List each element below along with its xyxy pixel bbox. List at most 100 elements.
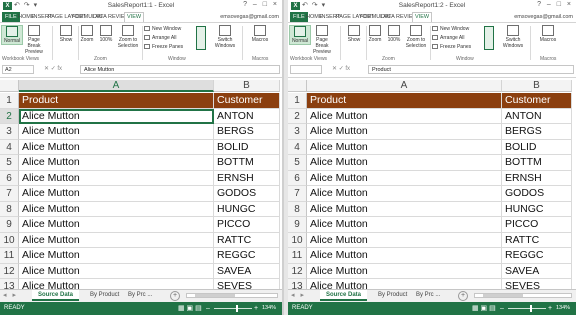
cell-customer[interactable]: BOLID bbox=[502, 139, 572, 155]
zoom-slider-thumb[interactable] bbox=[236, 305, 238, 312]
user-account[interactable]: emsovegas@gmail.com bbox=[514, 12, 573, 22]
show-button[interactable]: Show bbox=[346, 25, 362, 43]
new-window-button[interactable]: New Window bbox=[432, 26, 469, 32]
zoom-slider[interactable] bbox=[214, 305, 252, 312]
cell-product[interactable]: Alice Mutton bbox=[307, 248, 502, 264]
freeze-panes-button[interactable]: Freeze Panes bbox=[432, 44, 471, 50]
cell-customer[interactable]: HUNGC bbox=[214, 201, 280, 217]
cell-product[interactable]: Alice Mutton bbox=[307, 155, 502, 171]
normal-view-button[interactable]: Normal bbox=[289, 25, 311, 45]
split-hide-unhide-icons[interactable] bbox=[196, 26, 206, 50]
switch-windows-button[interactable]: Switch Windows bbox=[210, 25, 240, 49]
cell-customer[interactable]: SAVEA bbox=[502, 263, 572, 279]
sheet-tab-0[interactable]: Source Data bbox=[32, 290, 80, 301]
zoom-in-button[interactable]: + bbox=[254, 302, 258, 315]
cell-product[interactable]: Alice Mutton bbox=[307, 139, 502, 155]
row-header[interactable]: 1 bbox=[288, 93, 307, 109]
formula-bar-buttons[interactable]: ✕ ✓ fx bbox=[332, 65, 350, 74]
row-header[interactable]: 11 bbox=[288, 248, 307, 264]
switch-windows-button[interactable]: Switch Windows bbox=[498, 25, 528, 49]
cell-customer[interactable]: GODOS bbox=[214, 186, 280, 202]
row-header[interactable]: 9 bbox=[288, 217, 307, 233]
row-header[interactable]: 4 bbox=[0, 139, 19, 155]
cell-product[interactable]: Alice Mutton bbox=[19, 232, 214, 248]
row-header[interactable]: 12 bbox=[0, 263, 19, 279]
horizontal-scrollbar[interactable] bbox=[474, 293, 572, 298]
row-header[interactable]: 2 bbox=[0, 108, 19, 124]
tab-data[interactable]: DATA bbox=[93, 12, 107, 22]
row-header[interactable]: 5 bbox=[288, 155, 307, 171]
zoom-100-button[interactable]: 100% bbox=[98, 25, 114, 43]
plus-circle-icon[interactable]: + bbox=[458, 291, 468, 301]
page-break-preview-button[interactable]: Page Break Preview bbox=[310, 25, 334, 55]
row-header[interactable]: 4 bbox=[288, 139, 307, 155]
cell-product[interactable]: Alice Mutton bbox=[19, 186, 214, 202]
plus-circle-icon[interactable]: + bbox=[170, 291, 180, 301]
cell-customer[interactable]: BOTTM bbox=[502, 155, 572, 171]
cell-customer[interactable]: RATTC bbox=[214, 232, 280, 248]
zoom-button[interactable]: Zoom bbox=[368, 25, 382, 43]
formula-input[interactable]: Product bbox=[368, 65, 574, 74]
cell-product[interactable]: Alice Mutton bbox=[307, 217, 502, 233]
cell-product[interactable]: Alice Mutton bbox=[307, 186, 502, 202]
name-box[interactable]: A2 bbox=[2, 65, 34, 74]
sheet-tab-2[interactable]: By Prc ... bbox=[122, 290, 158, 301]
zoom-to-selection-button[interactable]: Zoom to Selection bbox=[116, 25, 140, 49]
cell-product[interactable]: Alice Mutton bbox=[19, 217, 214, 233]
cell-customer[interactable]: PICCO bbox=[502, 217, 572, 233]
cell-customer[interactable]: REGGC bbox=[214, 248, 280, 264]
arrange-all-button[interactable]: Arrange All bbox=[144, 35, 176, 41]
freeze-panes-button[interactable]: Freeze Panes bbox=[144, 44, 183, 50]
formula-bar-buttons[interactable]: ✕ ✓ fx bbox=[44, 65, 62, 74]
cell-product[interactable]: Alice Mutton bbox=[307, 263, 502, 279]
header-cell-product[interactable]: Product bbox=[19, 93, 214, 109]
row-header[interactable]: 3 bbox=[288, 124, 307, 140]
row-header[interactable]: 6 bbox=[288, 170, 307, 186]
row-header[interactable]: 8 bbox=[0, 201, 19, 217]
row-header[interactable]: 11 bbox=[0, 248, 19, 264]
cell-customer[interactable]: ERNSH bbox=[502, 170, 572, 186]
tab-data[interactable]: DATA bbox=[381, 12, 395, 22]
sheet-tab-2[interactable]: By Prc ... bbox=[410, 290, 446, 301]
row-header[interactable]: 3 bbox=[0, 124, 19, 140]
cell-customer[interactable]: ANTON bbox=[502, 108, 572, 124]
cell-product[interactable]: Alice Mutton bbox=[307, 124, 502, 140]
sheet-nav-arrows[interactable]: ◂ ▸ bbox=[291, 291, 306, 299]
normal-view-button[interactable]: Normal bbox=[1, 25, 23, 45]
cell-customer[interactable]: ERNSH bbox=[214, 170, 280, 186]
cell-customer[interactable]: PICCO bbox=[214, 217, 280, 233]
cell-customer[interactable]: SAVEA bbox=[214, 263, 280, 279]
sheet-tab-0[interactable]: Source Data bbox=[320, 290, 368, 301]
tab-view[interactable]: VIEW bbox=[412, 12, 433, 22]
macros-button[interactable]: Macros bbox=[536, 25, 560, 43]
user-account[interactable]: emsovegas@gmail.com bbox=[220, 12, 279, 22]
split-hide-unhide-icons[interactable] bbox=[484, 26, 494, 50]
window-controls[interactable]: ? – □ × bbox=[537, 1, 573, 8]
cell-product[interactable]: Alice Mutton bbox=[19, 263, 214, 279]
cell-customer[interactable]: GODOS bbox=[502, 186, 572, 202]
cell-customer[interactable]: ANTON bbox=[214, 108, 280, 124]
cell-product[interactable]: Alice Mutton bbox=[19, 124, 214, 140]
cell-product[interactable]: Alice Mutton bbox=[19, 170, 214, 186]
arrange-all-button[interactable]: Arrange All bbox=[432, 35, 464, 41]
zoom-button[interactable]: Zoom bbox=[80, 25, 94, 43]
scrollbar-thumb[interactable] bbox=[483, 294, 523, 297]
row-header[interactable]: 8 bbox=[288, 201, 307, 217]
header-cell-customer[interactable]: Customer bbox=[502, 93, 572, 109]
select-all-corner[interactable] bbox=[0, 80, 19, 92]
cell-product[interactable]: Alice Mutton bbox=[307, 232, 502, 248]
zoom-100-button[interactable]: 100% bbox=[386, 25, 402, 43]
page-break-preview-button[interactable]: Page Break Preview bbox=[22, 25, 46, 55]
cell-customer[interactable]: REGGC bbox=[502, 248, 572, 264]
cell-customer[interactable]: BERGS bbox=[502, 124, 572, 140]
name-box[interactable] bbox=[290, 65, 322, 74]
cell-product[interactable]: Alice Mutton bbox=[19, 139, 214, 155]
cell-product[interactable]: Alice Mutton bbox=[307, 201, 502, 217]
formula-input[interactable]: Alice Mutton bbox=[80, 65, 280, 74]
column-header-b[interactable]: B bbox=[502, 80, 572, 92]
cell-product[interactable]: Alice Mutton bbox=[19, 248, 214, 264]
row-header[interactable]: 12 bbox=[288, 263, 307, 279]
row-header[interactable]: 1 bbox=[0, 93, 19, 109]
cell-product[interactable]: Alice Mutton bbox=[19, 201, 214, 217]
select-all-corner[interactable] bbox=[288, 80, 307, 92]
